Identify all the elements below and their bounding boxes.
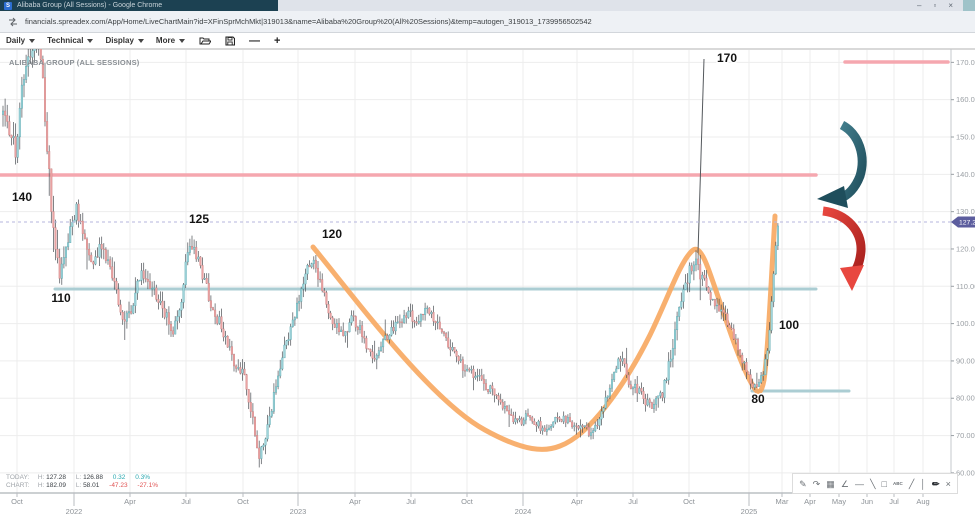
svg-text:Oct: Oct <box>683 497 696 506</box>
minimize-button[interactable]: – <box>917 0 921 11</box>
chevron-down-icon <box>29 39 35 43</box>
svg-text:Jun: Jun <box>861 497 873 506</box>
svg-text:80.00: 80.00 <box>956 394 975 403</box>
window-titlebar: S Alibaba Group (All Sessions) - Google … <box>0 0 975 11</box>
grid-tool-icon[interactable]: ▦ <box>826 479 835 489</box>
svg-text:100.00: 100.00 <box>956 319 975 328</box>
titlebar-accent <box>963 0 975 11</box>
svg-text:Mar: Mar <box>776 497 789 506</box>
chart-change-pct: -27.1% <box>137 482 158 489</box>
svg-text:2024: 2024 <box>515 507 532 516</box>
chevron-down-icon <box>87 39 93 43</box>
svg-text:Apr: Apr <box>349 497 361 506</box>
url-bar[interactable]: financials.spreadex.com/App/Home/LiveCha… <box>0 11 975 33</box>
today-change-pct: 0.3% <box>135 474 150 481</box>
svg-text:80: 80 <box>751 392 765 406</box>
svg-text:110: 110 <box>51 291 71 305</box>
chart-title: ALIBABA GROUP (ALL SESSIONS) <box>9 58 139 67</box>
svg-text:Oct: Oct <box>11 497 24 506</box>
menu-daily[interactable]: Daily <box>6 36 35 45</box>
ray-tool-icon[interactable]: ╱ <box>909 479 914 489</box>
chart-region: 170.00 160.00 150.00 140.00 130.00 120.00 110.… <box>0 49 975 521</box>
horizontal-line-tool-icon[interactable]: — <box>855 479 864 489</box>
today-stats-row: TODAY: H: 127.28 L: 126.88 0.32 0.3% <box>6 474 166 482</box>
svg-text:120: 120 <box>322 227 342 241</box>
svg-text:110.00: 110.00 <box>956 282 975 291</box>
svg-text:120.00: 120.00 <box>956 244 975 253</box>
svg-text:Jul: Jul <box>181 497 191 506</box>
svg-text:130.00: 130.00 <box>956 207 975 216</box>
drawing-toolbar: ✎ ↷ ▦ ∠ — ╲ □ ABC ╱ │ ✏ × <box>792 473 958 494</box>
svg-text:May: May <box>832 497 846 506</box>
chart-high: 182.09 <box>46 482 66 489</box>
svg-text:100: 100 <box>779 318 799 332</box>
svg-text:Apr: Apr <box>804 497 816 506</box>
text-tool-icon[interactable]: ABC <box>893 479 903 489</box>
open-chart-icon[interactable] <box>199 36 211 45</box>
menu-more[interactable]: More <box>156 36 185 45</box>
svg-text:127.225: 127.225 <box>959 220 975 227</box>
restore-button[interactable]: ▫ <box>933 0 936 11</box>
chart-canvas[interactable]: 170.00 160.00 150.00 140.00 130.00 120.00 110.… <box>0 49 975 521</box>
svg-text:140: 140 <box>12 190 32 204</box>
close-button[interactable]: × <box>948 0 953 11</box>
svg-text:Apr: Apr <box>571 497 583 506</box>
trendline-tool-icon[interactable]: ╲ <box>870 479 875 489</box>
chart-toolbar: Daily Technical Display More <box>0 33 975 49</box>
today-high: 127.28 <box>46 474 66 481</box>
site-info-icon[interactable] <box>8 17 18 27</box>
rectangle-tool-icon[interactable]: □ <box>882 479 887 489</box>
svg-text:2023: 2023 <box>290 507 307 516</box>
pencil-tool-icon[interactable]: ✏ <box>932 479 940 489</box>
svg-text:125: 125 <box>189 212 209 226</box>
vertical-line-tool-icon[interactable]: │ <box>920 479 926 489</box>
zoom-out-button[interactable]: — <box>249 36 260 46</box>
close-tools-icon[interactable]: × <box>946 479 951 489</box>
svg-text:160.00: 160.00 <box>956 95 975 104</box>
chevron-down-icon <box>138 39 144 43</box>
svg-text:Jul: Jul <box>628 497 638 506</box>
svg-text:140.00: 140.00 <box>956 170 975 179</box>
chart-low: 58.01 <box>83 482 99 489</box>
chevron-down-icon <box>179 39 185 43</box>
chart-stats-row: CHART: H: 182.09 L: 58.01 -47.23 -27.1% <box>6 482 166 490</box>
svg-text:Jul: Jul <box>406 497 416 506</box>
chart-change: -47.23 <box>109 482 127 489</box>
save-chart-icon[interactable] <box>225 36 235 46</box>
svg-text:90.00: 90.00 <box>956 356 975 365</box>
window-title: Alibaba Group (All Sessions) - Google Ch… <box>17 2 162 9</box>
svg-text:Aug: Aug <box>916 497 929 506</box>
today-change: 0.32 <box>113 474 126 481</box>
spreadex-favicon-icon: S <box>4 2 12 10</box>
svg-text:Jul: Jul <box>889 497 899 506</box>
svg-text:70.00: 70.00 <box>956 431 975 440</box>
svg-text:2025: 2025 <box>741 507 758 516</box>
menu-technical[interactable]: Technical <box>47 36 93 45</box>
menu-display[interactable]: Display <box>105 36 143 45</box>
svg-text:170: 170 <box>717 51 737 65</box>
svg-text:60.00: 60.00 <box>956 468 975 477</box>
svg-text:150.00: 150.00 <box>956 133 975 142</box>
svg-text:Oct: Oct <box>461 497 474 506</box>
redo-curve-tool-icon[interactable]: ↷ <box>813 479 821 489</box>
svg-text:Oct: Oct <box>237 497 250 506</box>
url-text[interactable]: financials.spreadex.com/App/Home/LiveCha… <box>25 17 592 26</box>
pen-tool-icon[interactable]: ✎ <box>799 479 807 489</box>
chart-stats: TODAY: H: 127.28 L: 126.88 0.32 0.3% CHA… <box>6 474 166 490</box>
titlebar-title-area: S Alibaba Group (All Sessions) - Google … <box>0 0 278 11</box>
zoom-in-button[interactable]: + <box>274 36 280 46</box>
axes-tool-icon[interactable]: ∠ <box>841 479 849 489</box>
today-low: 126.88 <box>83 474 103 481</box>
svg-text:170.00: 170.00 <box>956 58 975 67</box>
svg-text:2022: 2022 <box>66 507 83 516</box>
browser-window: S Alibaba Group (All Sessions) - Google … <box>0 0 975 521</box>
svg-text:Apr: Apr <box>124 497 136 506</box>
